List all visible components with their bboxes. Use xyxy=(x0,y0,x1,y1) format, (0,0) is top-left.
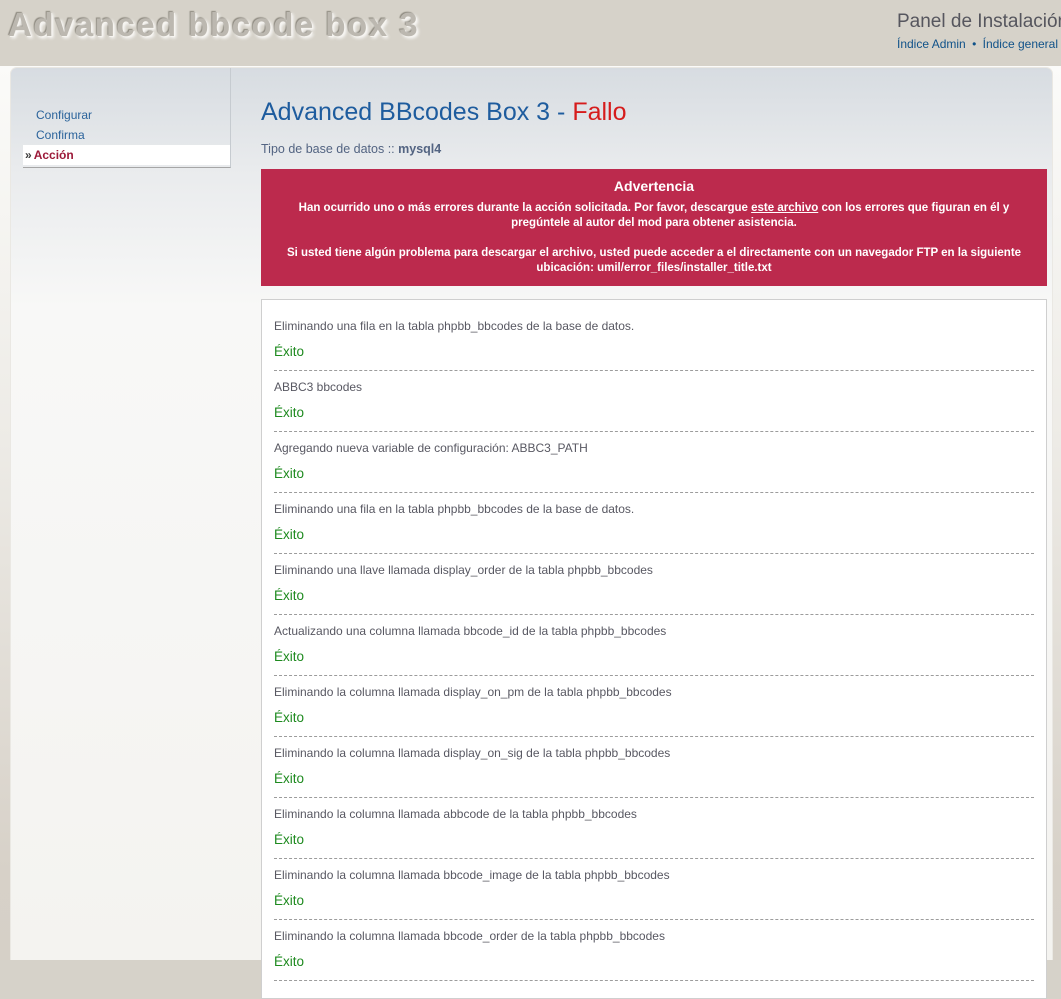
result-status-success: Éxito xyxy=(274,893,305,908)
warning-p1-text-before: Han ocurrido uno o más errores durante l… xyxy=(298,202,752,214)
result-description: Agregando nueva variable de configuració… xyxy=(274,441,588,455)
result-item: Eliminando la columna llamada display_on… xyxy=(274,676,1034,737)
result-item: ABBC3 bbcodes Éxito xyxy=(274,371,1034,432)
content-column: Advanced BBcodes Box 3 - Fallo Tipo de b… xyxy=(261,68,1047,999)
admin-index-link[interactable]: Índice Admin xyxy=(897,37,966,51)
result-description: Eliminando la columna llamada bbcode_ima… xyxy=(274,868,670,882)
result-description: Actualizando una columna llamada bbcode_… xyxy=(274,624,667,638)
result-description: Eliminando una fila en la tabla phpbb_bb… xyxy=(274,319,635,333)
warning-errorbox: Advertencia Han ocurrido uno o más error… xyxy=(261,169,1047,286)
db-type-label: Tipo de base de datos :: xyxy=(261,142,395,156)
dashed-separator xyxy=(274,980,1034,981)
result-status-success: Éxito xyxy=(274,405,305,420)
app-logo: Advanced bbcode box 3 xyxy=(8,6,420,43)
result-status-success: Éxito xyxy=(274,466,305,481)
result-description: Eliminando la columna llamada display_on… xyxy=(274,685,672,699)
result-description: Eliminando la columna llamada abbcode de… xyxy=(274,807,637,821)
result-status-success: Éxito xyxy=(274,954,305,969)
result-item: Eliminando la columna llamada abbcode de… xyxy=(274,798,1034,859)
result-item: Eliminando una fila en la tabla phpbb_bb… xyxy=(274,310,1034,371)
result-item: Eliminando la columna llamada bbcode_ord… xyxy=(274,920,1034,981)
result-description: Eliminando una llave llamada display_ord… xyxy=(274,563,653,577)
sidebar-item-accion-active[interactable]: » Acción xyxy=(23,145,230,165)
result-item: Eliminando la columna llamada display_on… xyxy=(274,737,1034,798)
result-status-success: Éxito xyxy=(274,649,305,664)
page-title-text: Advanced BBcodes Box 3 - xyxy=(261,98,566,126)
result-item: Agregando nueva variable de configuració… xyxy=(274,432,1034,493)
result-status-success: Éxito xyxy=(274,527,305,542)
main-content-box: Configurar Confirma » Acción Advanced BBc… xyxy=(10,67,1053,999)
panel-title: Panel de Instalación xyxy=(897,11,1061,32)
result-status-success: Éxito xyxy=(274,710,305,725)
active-item-arrow-icon: » xyxy=(25,148,32,162)
result-list: Eliminando una fila en la tabla phpbb_bb… xyxy=(261,299,1047,999)
sidebar-item-accion-label: Acción xyxy=(33,148,74,162)
result-description: Eliminando una fila en la tabla phpbb_bb… xyxy=(274,502,635,516)
result-item: Eliminando una llave llamada display_ord… xyxy=(274,554,1034,615)
result-status-success: Éxito xyxy=(274,344,305,359)
db-type-value: mysql4 xyxy=(398,142,442,156)
header-right-block: Panel de Instalación Índice Admin • Índi… xyxy=(897,11,1061,51)
header-nav: Índice Admin • Índice general xyxy=(897,37,1061,51)
header-bar: Advanced bbcode box 3 Panel de Instalaci… xyxy=(0,0,1061,66)
page-title: Advanced BBcodes Box 3 - Fallo xyxy=(261,98,1047,127)
page-title-status-fail: Fallo xyxy=(572,98,627,126)
result-description: Eliminando la columna llamada bbcode_ord… xyxy=(274,929,665,943)
result-status-success: Éxito xyxy=(274,771,305,786)
general-index-link[interactable]: Índice general xyxy=(983,37,1058,51)
result-item: Eliminando una fila en la tabla phpbb_bb… xyxy=(274,493,1034,554)
db-type-line: Tipo de base de datos :: mysql4 xyxy=(261,142,1047,156)
result-item: Actualizando una columna llamada bbcode_… xyxy=(274,615,1034,676)
result-status-success: Éxito xyxy=(274,832,305,847)
warning-title: Advertencia xyxy=(613,178,695,194)
bullet-separator: • xyxy=(972,37,977,51)
sidebar-menu: Configurar Confirma » Acción xyxy=(23,68,231,168)
error-file-link[interactable]: este archivo xyxy=(751,202,818,214)
result-item: Eliminando la columna llamada bbcode_ima… xyxy=(274,859,1034,920)
result-status-success: Éxito xyxy=(274,588,305,603)
sidebar-item-configurar[interactable]: Configurar xyxy=(23,105,230,125)
warning-paragraph-1: Han ocurrido uno o más errores durante l… xyxy=(273,201,1035,231)
result-description: Eliminando la columna llamada display_on… xyxy=(274,746,671,760)
result-description: ABBC3 bbcodes xyxy=(274,380,363,394)
warning-paragraph-2: Si usted tiene algún problema para desca… xyxy=(286,247,1022,274)
sidebar-item-confirma[interactable]: Confirma xyxy=(23,125,230,145)
